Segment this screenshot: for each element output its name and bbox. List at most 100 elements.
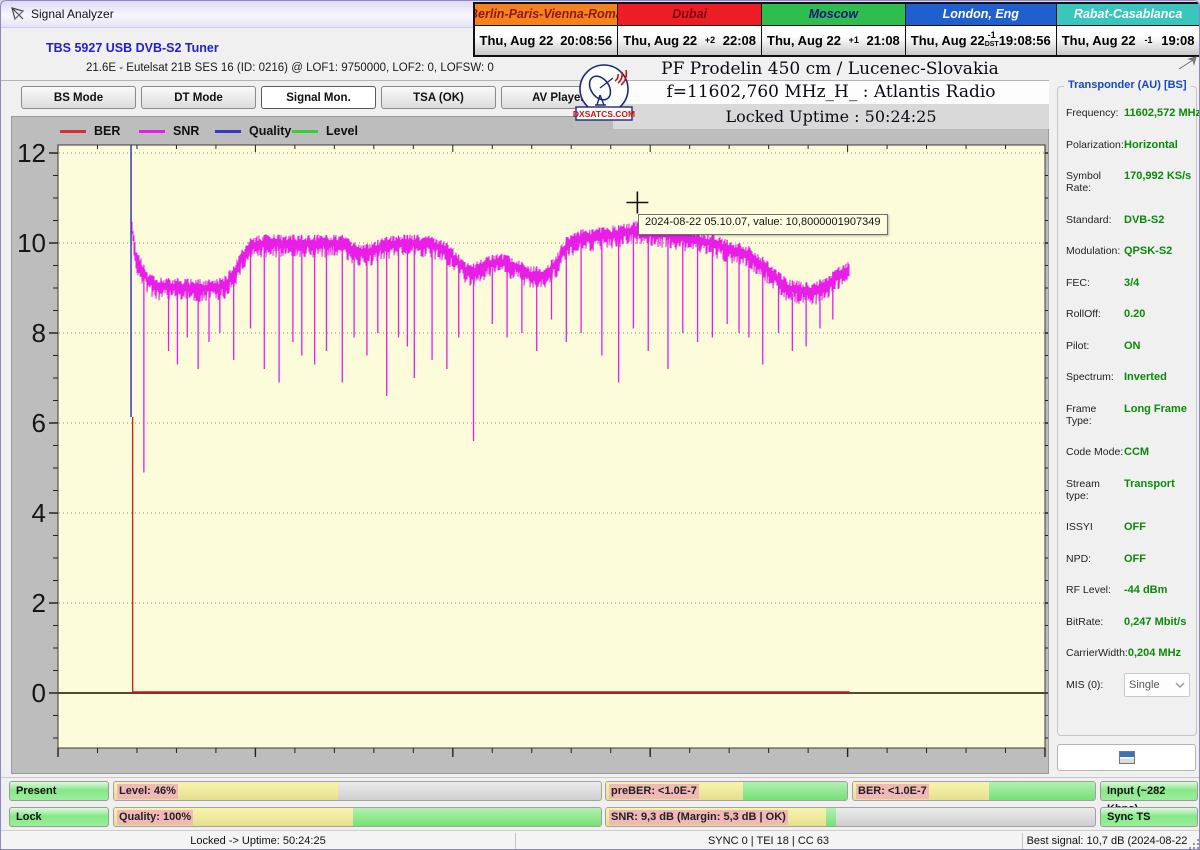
svg-text:0: 0: [32, 678, 46, 708]
svg-text:10: 10: [17, 228, 46, 258]
transponder-row: ISSYIOFF: [1066, 521, 1190, 533]
tab-tsa-ok-[interactable]: TSA (OK): [381, 86, 496, 109]
sync-ts-indicator: Sync TS: [1100, 807, 1198, 827]
chevron-down-icon: [1175, 682, 1185, 688]
transponder-value: 3/4: [1124, 277, 1139, 289]
tab-dt-mode[interactable]: DT Mode: [141, 86, 256, 109]
statusbar-uptime: Locked -> Uptime: 50:24:25: [1, 831, 515, 850]
clock-time: 19:08: [1161, 33, 1194, 48]
bar-label: BER: <1.0E-7: [856, 784, 929, 799]
transponder-label: Frequency:: [1066, 107, 1124, 119]
transponder-row: RollOff:0.20: [1066, 308, 1190, 320]
mis-label: MIS (0):: [1066, 679, 1124, 691]
signal-analyzer-window: Signal Analyzer Berlin-Paris-Vienna-Roma…: [0, 0, 1200, 850]
bar-label: preBER: <1.0E-7: [609, 784, 699, 799]
transponder-row: Stream type:Transport: [1066, 478, 1190, 502]
transponder-row: Frame Type:Long Frame: [1066, 403, 1190, 427]
transponder-value: -44 dBm: [1124, 584, 1167, 596]
clock-time-cell: Thu, Aug 22-1DST19:08:56: [905, 25, 1057, 56]
signal-chart[interactable]: BERSNRQualityLevel 024681012: [11, 116, 1049, 774]
lock-indicator: Lock: [9, 807, 109, 827]
preber-progressbar: preBER: <1.0E-7: [605, 781, 848, 801]
svg-text:6: 6: [32, 408, 46, 438]
clock-utc-offset: -1: [1136, 36, 1162, 44]
present-indicator: Present: [9, 781, 109, 801]
transponder-value: 11602,572 MHz: [1124, 107, 1200, 119]
mode-tabs: BS ModeDT ModeSignal Mon.TSA (OK)AV Play…: [21, 86, 621, 109]
transponder-label: BitRate:: [1066, 616, 1124, 628]
input-indicator: Input (~282 Kbps): [1100, 781, 1198, 801]
clock-time: 20:08:56: [560, 33, 612, 48]
transponder-row: Symbol Rate:170,992 KS/s: [1066, 170, 1190, 194]
transponder-value: Inverted: [1124, 371, 1167, 383]
tuner-name: TBS 5927 USB DVB-S2 Tuner: [46, 41, 219, 55]
bar-label: SNR: 9,3 dB (Margin: 5,3 dB | OK): [609, 810, 788, 825]
mis-dropdown[interactable]: Single: [1124, 673, 1190, 697]
transponder-value: DVB-S2: [1124, 214, 1164, 226]
snr-progressbar: SNR: 9,3 dB (Margin: 5,3 dB | OK): [605, 807, 1096, 827]
transponder-label: NPD:: [1066, 553, 1124, 565]
bar-segment-green: [353, 808, 601, 826]
clock-time: 19:08:56: [999, 33, 1051, 48]
panel-stripe-icon: [1119, 751, 1135, 764]
transponder-row: Spectrum:Inverted: [1066, 371, 1190, 383]
layout-button[interactable]: [1057, 744, 1196, 771]
status-bar: Locked -> Uptime: 50:24:25 SYNC 0 | TEI …: [1, 830, 1200, 850]
bar-label: Quality: 100%: [117, 810, 193, 825]
transponder-row: RF Level:-44 dBm: [1066, 584, 1190, 596]
clock-city-header: Berlin-Paris-Vienna-Roma: [474, 3, 619, 26]
transponder-rows: Frequency:11602,572 MHzPolarization:Hori…: [1066, 107, 1190, 659]
transponder-label: FEC:: [1066, 277, 1124, 289]
bar-segment-green: [743, 782, 847, 800]
clock-city-header: London, Eng: [905, 3, 1057, 26]
world-clock-table: Berlin-Paris-Vienna-RomaDubaiMoscowLondo…: [473, 2, 1200, 57]
transponder-row: Pilot:ON: [1066, 340, 1190, 352]
transponder-value: 0,204 MHz: [1128, 647, 1181, 659]
bar-label: Level: 46%: [117, 784, 178, 799]
transponder-value: ON: [1124, 340, 1141, 352]
transponder-value: 170,992 KS/s: [1124, 170, 1191, 182]
resize-grip[interactable]: [1187, 837, 1199, 849]
transponder-row: Modulation:QPSK-S2: [1066, 245, 1190, 257]
bar-segment-green: [826, 808, 836, 826]
clock-utc-offset: -1DST: [985, 31, 999, 49]
locked-uptime-text: Locked Uptime : 50:24:25: [613, 104, 1049, 129]
transponder-value: CCM: [1124, 446, 1149, 458]
clock-date: Thu, Aug 22: [623, 33, 697, 48]
clock-time: 21:08: [867, 33, 900, 48]
transponder-panel: Transponder (AU) [BS] Frequency:11602,57…: [1057, 86, 1197, 736]
transponder-label: Pilot:: [1066, 340, 1124, 352]
level-progressbar: Level: 46%: [113, 781, 602, 801]
mis-value: Single: [1129, 679, 1160, 691]
clock-date: Thu, Aug 22: [767, 33, 841, 48]
clock-utc-offset: +1: [841, 36, 867, 44]
transponder-panel-title: Transponder (AU) [BS]: [1064, 79, 1191, 91]
tab-signal-mon-[interactable]: Signal Mon.: [261, 86, 376, 109]
clock-date: Thu, Aug 22: [1062, 33, 1136, 48]
divider: [1, 777, 1200, 778]
transponder-value: Horizontal: [1124, 139, 1178, 151]
transponder-row: Code Mode:CCM: [1066, 446, 1190, 458]
quality-progressbar: Quality: 100%: [113, 807, 602, 827]
transponder-value: QPSK-S2: [1124, 245, 1172, 257]
transponder-value: OFF: [1124, 553, 1146, 565]
clock-time-cell: Thu, Aug 22 20:08:56: [474, 25, 619, 56]
dxsatcs-logo: DXSATCS.COM: [573, 63, 635, 123]
uptime-band: Locked Uptime : 50:24:25: [613, 104, 1049, 129]
clock-date: Thu, Aug 22: [480, 33, 554, 48]
frequency-title: f=11602,760 MHz_H_ : Atlantis Radio: [613, 81, 1049, 104]
transponder-label: Spectrum:: [1066, 371, 1124, 383]
chart-plot[interactable]: 024681012: [12, 117, 1048, 773]
ber-progressbar: BER: <1.0E-7: [852, 781, 1096, 801]
transponder-label: CarrierWidth:: [1066, 647, 1128, 659]
clock-utc-offset: +2: [697, 36, 723, 44]
clock-time: 22:08: [723, 33, 756, 48]
transponder-label: ISSYI: [1066, 521, 1124, 533]
tab-bs-mode[interactable]: BS Mode: [21, 86, 136, 109]
window-title: Signal Analyzer: [31, 1, 114, 27]
tuner-details: 21.6E - Eutelsat 21B SES 16 (ID: 0216) @…: [86, 62, 494, 74]
clock-time-cell: Thu, Aug 22-119:08: [1056, 25, 1200, 56]
transponder-value: 0,247 Mbit/s: [1124, 616, 1186, 628]
transponder-label: Modulation:: [1066, 245, 1124, 257]
logo-text: DXSATCS.COM: [573, 109, 635, 119]
